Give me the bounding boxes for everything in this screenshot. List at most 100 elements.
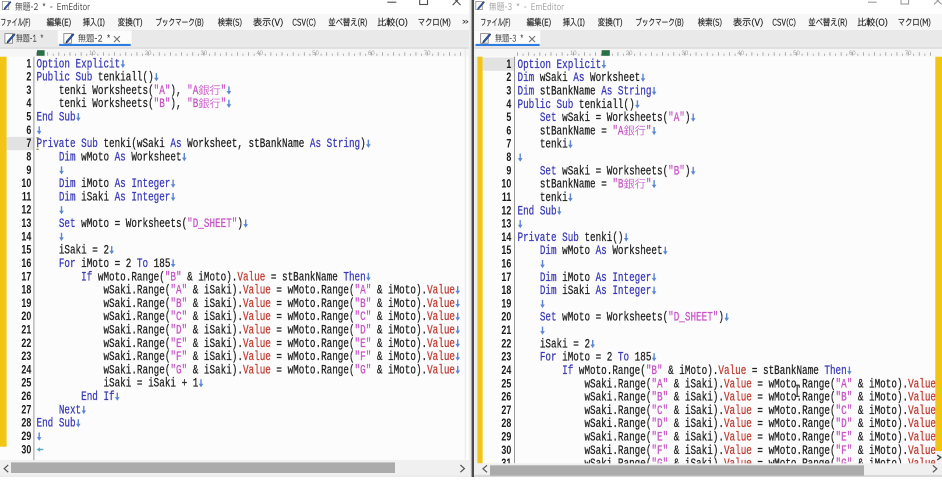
svg-text:OptionExplicit: OptionExplicit	[518, 59, 602, 73]
svg-text:8: 8	[26, 150, 31, 164]
svg-text:1: 1	[26, 57, 31, 71]
svg-text:wSaki.Range("E"&iSaki).Value=w: wSaki.Range("E"&iSaki).Value=wMoto.Range…	[103, 338, 455, 352]
svg-text:70: 70	[424, 51, 431, 57]
svg-text:wSaki.Range("B"&iSaki).Value=w: wSaki.Range("B"&iSaki).Value=wMoto.Range…	[584, 391, 936, 405]
svg-text:wSaki.Range("A"&iSaki).Value=w: wSaki.Range("A"&iSaki).Value=wMoto.Range…	[103, 284, 455, 298]
svg-text:18: 18	[501, 284, 511, 298]
svg-text:22: 22	[21, 337, 31, 351]
svg-text:20: 20	[501, 310, 511, 324]
svg-text:29: 29	[21, 430, 31, 444]
svg-text:9: 9	[26, 164, 31, 178]
svg-text:4: 4	[26, 97, 31, 111]
svg-text:3: 3	[26, 84, 31, 98]
svg-text:25: 25	[501, 377, 511, 391]
svg-text:7: 7	[26, 137, 31, 151]
svg-text:10: 10	[21, 177, 31, 191]
svg-text:wSaki.Range("C"&iSaki).Value=w: wSaki.Range("C"&iSaki).Value=wMoto.Range…	[584, 405, 936, 419]
svg-text:IfwMoto.Range("B"&iMoto).Value: IfwMoto.Range("B"&iMoto).Value=stBankNam…	[562, 365, 847, 379]
svg-text:SetwMoto=Worksheets("D_SHEET"): SetwMoto=Worksheets("D_SHEET")	[59, 218, 243, 232]
svg-text:15: 15	[21, 243, 31, 257]
svg-text:7: 7	[506, 137, 511, 151]
svg-text:6: 6	[506, 124, 511, 138]
svg-text:3: 3	[506, 84, 511, 98]
svg-text:10: 10	[89, 51, 96, 57]
svg-text:15: 15	[501, 244, 511, 258]
svg-text:13: 13	[501, 217, 511, 231]
svg-text:20: 20	[21, 310, 31, 324]
svg-text:26: 26	[21, 390, 31, 404]
svg-text:2: 2	[506, 71, 511, 85]
svg-text:13: 13	[21, 217, 31, 231]
svg-text:14: 14	[21, 230, 31, 244]
svg-text:wSaki.Range("D"&iSaki).Value=w: wSaki.Range("D"&iSaki).Value=wMoto.Range…	[103, 324, 455, 338]
svg-text:tenki: tenki	[540, 192, 568, 206]
svg-text:16: 16	[501, 257, 511, 271]
svg-text:40: 40	[256, 51, 263, 57]
svg-text:9: 9	[506, 164, 511, 178]
svg-text:60: 60	[368, 51, 375, 57]
svg-text:wSaki.Range("E"&iSaki).Value=w: wSaki.Range("E"&iSaki).Value=wMoto.Range…	[584, 431, 936, 445]
svg-text:6: 6	[26, 124, 31, 138]
svg-text:1: 1	[506, 58, 511, 72]
svg-text:PrivateSubtenki(wSakiAsWorkshe: PrivateSubtenki(wSakiAsWorksheet,stBankN…	[37, 138, 366, 152]
svg-text:wSaki.Range("B"&iSaki).Value=w: wSaki.Range("B"&iSaki).Value=wMoto.Range…	[103, 298, 455, 312]
svg-text:60: 60	[849, 51, 856, 57]
svg-text:70: 70	[905, 51, 912, 57]
svg-text:17: 17	[501, 271, 511, 285]
svg-text:DimiMotoAsInteger: DimiMotoAsInteger	[59, 178, 171, 192]
svg-text:Next: Next	[59, 404, 81, 418]
svg-text:27: 27	[21, 403, 31, 417]
svg-text:PrivateSubtenki(): PrivateSubtenki()	[518, 232, 624, 246]
svg-text:50: 50	[312, 51, 319, 57]
svg-text:wSaki.Range("G"&iSaki).Value=w: wSaki.Range("G"&iSaki).Value=wMoto.Range…	[103, 364, 455, 378]
svg-text:DimiSakiAsInteger: DimiSakiAsInteger	[540, 285, 652, 299]
svg-text:19: 19	[501, 297, 511, 311]
svg-text:12: 12	[501, 204, 511, 218]
svg-text:30: 30	[201, 51, 208, 57]
svg-text:wSaki.Range("F"&iSaki).Value=w: wSaki.Range("F"&iSaki).Value=wMoto.Range…	[103, 351, 455, 365]
svg-text:wSaki.Range("A"&iSaki).Value=w: wSaki.Range("A"&iSaki).Value=wMoto.Range…	[584, 378, 936, 392]
svg-text:50: 50	[793, 51, 800, 57]
svg-text:30: 30	[501, 444, 511, 458]
svg-text:11: 11	[502, 191, 511, 205]
svg-text:SetwSaki=Worksheets("A"): SetwSaki=Worksheets("A")	[540, 112, 691, 126]
svg-text:10: 10	[501, 177, 511, 191]
svg-text:24: 24	[21, 363, 31, 377]
svg-text:11: 11	[22, 190, 31, 204]
svg-text:30: 30	[682, 51, 689, 57]
svg-text:OptionExplicit: OptionExplicit	[37, 58, 121, 72]
svg-text:iSaki=iSaki+1: iSaki=iSaki+1	[103, 378, 198, 392]
svg-text:26: 26	[501, 390, 511, 404]
svg-text:14: 14	[501, 231, 511, 245]
svg-text:30: 30	[21, 443, 31, 457]
svg-text:2: 2	[26, 70, 31, 84]
svg-text:18: 18	[21, 283, 31, 297]
svg-text:22: 22	[501, 337, 511, 351]
svg-text:IfwMoto.Range("B"&iMoto).Value: IfwMoto.Range("B"&iMoto).Value=stBankNam…	[81, 271, 366, 285]
svg-text:wSaki.Range("F"&iSaki).Value=w: wSaki.Range("F"&iSaki).Value=wMoto.Range…	[584, 445, 936, 459]
svg-text:29: 29	[501, 430, 511, 444]
svg-text:4: 4	[506, 98, 511, 112]
svg-text:20: 20	[626, 51, 633, 57]
svg-text:10: 10	[570, 51, 577, 57]
svg-text:16: 16	[21, 257, 31, 271]
svg-text:SetwMoto=Worksheets("D_SHEET"): SetwMoto=Worksheets("D_SHEET")	[540, 312, 724, 326]
svg-text:SetwSaki=Worksheets("B"): SetwSaki=Worksheets("B")	[540, 165, 691, 179]
svg-text:19: 19	[21, 297, 31, 311]
svg-text:21: 21	[21, 323, 31, 337]
svg-text:5: 5	[26, 110, 31, 124]
svg-text:DimiSakiAsInteger: DimiSakiAsInteger	[59, 191, 171, 205]
svg-text:28: 28	[21, 416, 31, 430]
svg-text:21: 21	[501, 324, 511, 338]
svg-text:23: 23	[501, 350, 511, 364]
svg-text:40: 40	[737, 51, 744, 57]
svg-text:17: 17	[21, 270, 31, 284]
svg-text:8: 8	[506, 151, 511, 165]
svg-text:12: 12	[21, 203, 31, 217]
svg-text:27: 27	[501, 404, 511, 418]
svg-text:20: 20	[145, 51, 152, 57]
svg-text:23: 23	[21, 350, 31, 364]
svg-text:tenki: tenki	[540, 139, 568, 153]
svg-text:DimiMotoAsInteger: DimiMotoAsInteger	[540, 272, 652, 286]
svg-text:25: 25	[21, 376, 31, 390]
